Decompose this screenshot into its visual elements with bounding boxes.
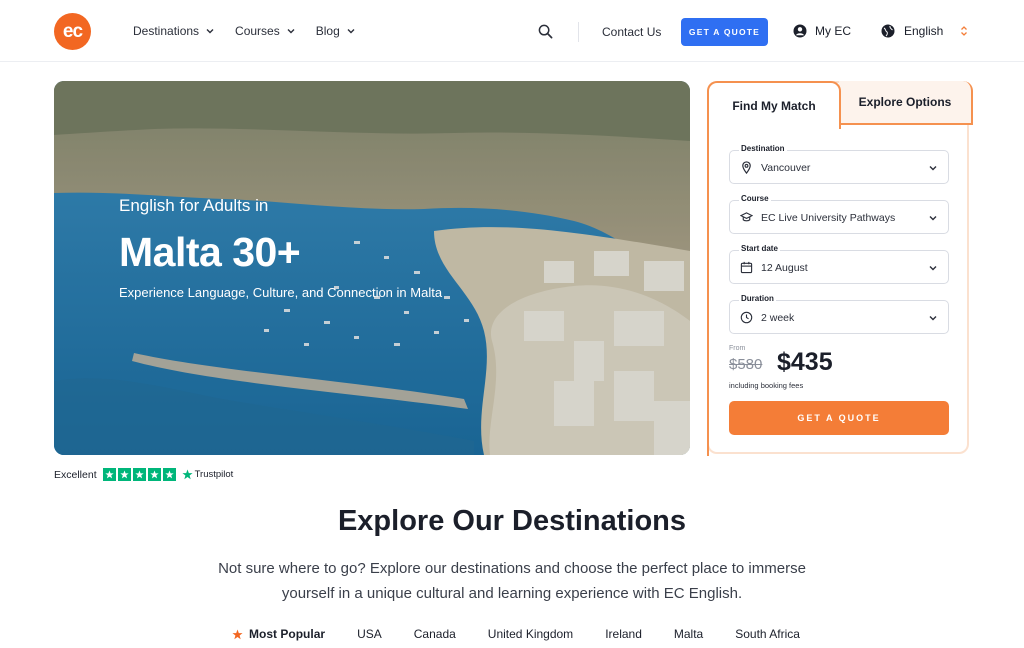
duration-label: Duration [739, 294, 776, 303]
hero-title: Malta 30+ [119, 229, 301, 275]
contact-us-link[interactable]: Contact Us [602, 25, 661, 39]
site-header: ec Destinations Courses Blog Contact Us … [0, 0, 1024, 62]
nav-blog-label: Blog [315, 24, 340, 38]
booking-fees-note: including booking fees [729, 381, 804, 390]
trustpilot-star-icon [182, 469, 193, 480]
nav-destinations[interactable]: Destinations [133, 24, 215, 38]
course-value: EC Live University Pathways [761, 212, 896, 224]
my-ec-link[interactable]: My EC [793, 24, 851, 38]
chevron-down-icon [929, 266, 937, 271]
destination-value: Vancouver [761, 162, 811, 174]
ec-logo[interactable]: ec [54, 13, 91, 50]
tab-ireland[interactable]: Ireland [605, 627, 642, 641]
globe-icon [881, 24, 895, 38]
star-icon [147, 468, 161, 481]
chevron-down-icon [347, 29, 355, 34]
tab-find-my-match[interactable]: Find My Match [707, 81, 841, 129]
start-date-value: 12 August [761, 262, 808, 274]
explore-title: Explore Our Destinations [337, 505, 687, 537]
rating-stars [102, 468, 176, 481]
trustpilot-brand: Trustpilot [194, 469, 234, 480]
nav-destinations-label: Destinations [133, 24, 200, 38]
card-get-quote-button[interactable]: GET A QUOTE [729, 401, 949, 435]
chevron-down-icon [929, 316, 937, 321]
chevron-down-icon [206, 29, 214, 34]
tab-most-popular[interactable]: Most Popular [232, 627, 325, 641]
tab-canada[interactable]: Canada [414, 627, 456, 641]
hero-subtitle: English for Adults in [119, 196, 269, 215]
trustpilot-logo: Trustpilot [182, 469, 234, 480]
my-ec-label: My EC [815, 24, 851, 38]
header-get-quote-button[interactable]: GET A QUOTE [681, 18, 768, 46]
duration-value: 2 week [761, 312, 795, 324]
hero-tagline: Experience Language, Culture, and Connec… [119, 285, 443, 300]
tab-south-africa[interactable]: South Africa [735, 627, 800, 641]
tab-usa[interactable]: USA [357, 627, 382, 641]
chevron-down-icon [929, 216, 937, 221]
chevron-down-icon [287, 29, 295, 34]
language-label: English [904, 24, 944, 38]
card-accent-border [707, 127, 709, 456]
destination-label: Destination [739, 144, 787, 153]
sort-arrows-icon [961, 26, 968, 36]
star-icon [232, 629, 243, 639]
hero-banner: English for Adults in Malta 30+ Experien… [54, 81, 690, 455]
user-icon [793, 24, 807, 38]
destination-tabs: Most Popular USA Canada United Kingdom I… [0, 627, 1024, 641]
start-date-select[interactable]: Start date 12 August [729, 244, 949, 284]
language-selector[interactable]: English [881, 24, 968, 38]
star-icon [117, 468, 131, 481]
discounted-price: $435 [777, 348, 833, 376]
nav-courses-label: Courses [235, 24, 280, 38]
location-pin-icon [742, 161, 751, 174]
from-label: From [729, 345, 746, 352]
course-select[interactable]: Course EC Live University Pathways [729, 194, 949, 234]
star-icon [132, 468, 146, 481]
duration-select[interactable]: Duration 2 week [729, 294, 949, 334]
tab-explore-options[interactable]: Explore Options [839, 81, 973, 125]
original-price: $580 [729, 356, 763, 373]
rating-text: Excellent [54, 468, 97, 481]
tab-label: Most Popular [249, 627, 326, 641]
search-icon[interactable] [538, 24, 553, 39]
nav-courses[interactable]: Courses [235, 24, 296, 38]
start-date-label: Start date [739, 244, 780, 253]
graduation-cap-icon [740, 212, 753, 222]
clock-icon [740, 311, 753, 324]
chevron-down-icon [929, 166, 937, 171]
header-divider [578, 22, 579, 42]
explore-description: Not sure where to go? Explore our destin… [218, 560, 806, 602]
star-icon [162, 468, 176, 481]
find-my-match-card: Explore Options Find My Match Destinatio… [707, 81, 973, 456]
destination-select[interactable]: Destination Vancouver [729, 144, 949, 184]
course-label: Course [739, 194, 771, 203]
nav-blog[interactable]: Blog [316, 24, 356, 38]
trustpilot-rating[interactable]: Excellent Trustpilot [54, 468, 233, 481]
star-icon [102, 468, 116, 481]
tab-united-kingdom[interactable]: United Kingdom [488, 627, 573, 641]
main-nav: Destinations Courses Blog [133, 0, 356, 62]
tab-malta[interactable]: Malta [674, 627, 703, 641]
calendar-icon [740, 261, 753, 274]
